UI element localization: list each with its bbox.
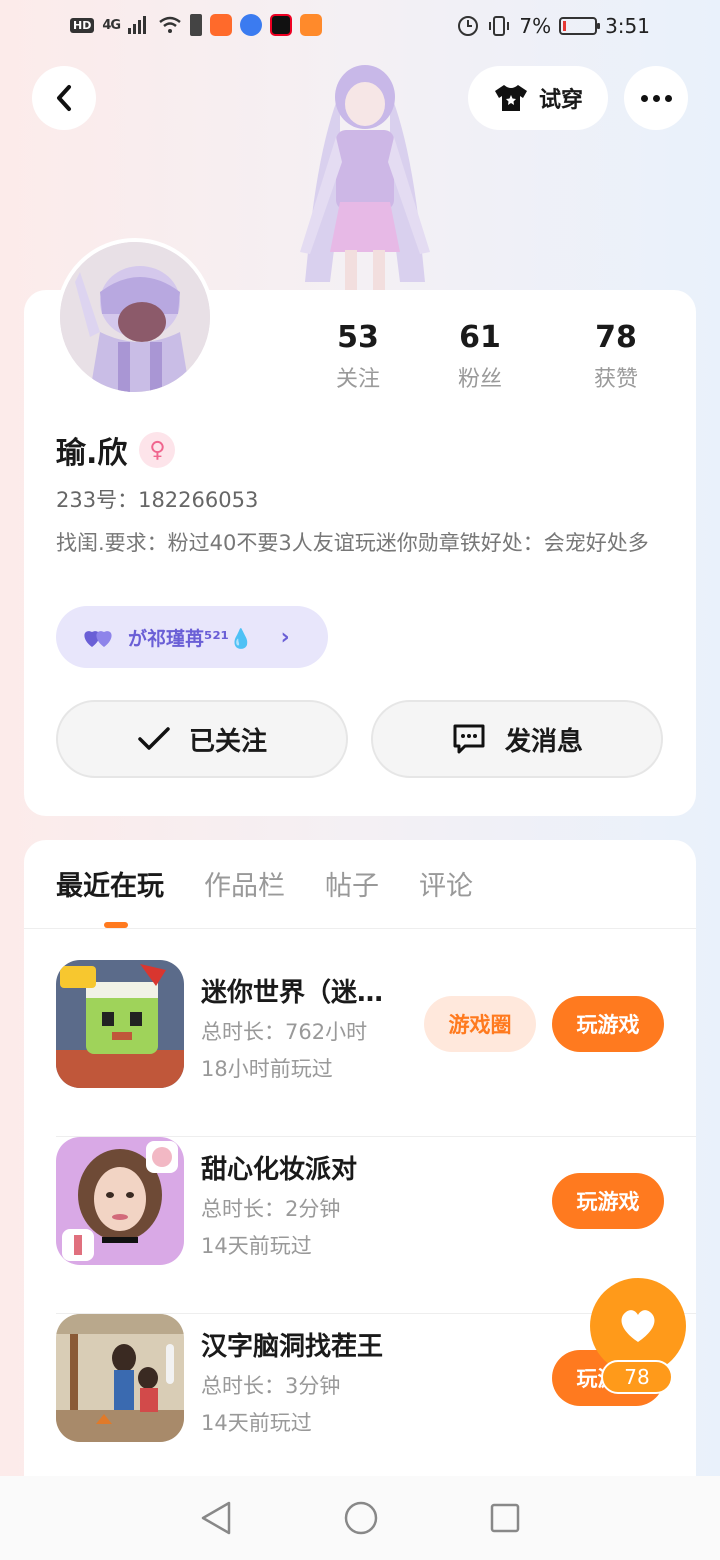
status-bar: HD 4G 7% 3:51 — [0, 0, 720, 56]
wifi-icon — [159, 16, 181, 33]
nav-home-icon[interactable] — [343, 1500, 379, 1536]
nav-back-icon[interactable] — [199, 1500, 233, 1536]
tshirt-icon — [494, 85, 527, 111]
video-app-icon — [270, 14, 293, 36]
stat-value: 61 — [459, 320, 501, 355]
tab-works[interactable]: 作品栏 — [204, 864, 285, 903]
hanzi-game-icon — [56, 1314, 184, 1442]
avatar[interactable] — [56, 238, 214, 396]
mini-world-icon — [56, 960, 184, 1088]
makeup-game-icon — [56, 1137, 184, 1265]
network-indicator: 4G — [102, 17, 121, 33]
heart-icon — [621, 1310, 655, 1342]
name-row: 瑜.欣 ♀ — [56, 428, 176, 472]
games-card: 最近在玩 作品栏 帖子 评论 迷你世界（迷你世界） 总时长：762小时 18小时… — [24, 840, 696, 1500]
stat-likes[interactable]: 78 获赞 — [548, 320, 684, 393]
stat-following[interactable]: 53 关注 — [304, 320, 412, 393]
back-button[interactable] — [32, 66, 96, 130]
clock: 3:51 — [605, 14, 650, 38]
battery-percent: 7% — [519, 14, 552, 38]
relationship-badge[interactable]: が祁瑾苒⁵²¹💧 › — [56, 606, 328, 668]
status-left: HD 4G — [70, 14, 323, 36]
game-duration: 总时长：3分钟 — [201, 1374, 341, 1398]
double-heart-icon — [84, 631, 112, 647]
followed-label: 已关注 — [188, 726, 267, 757]
game-icon-makeup — [56, 1137, 184, 1265]
profile-tabs: 最近在玩 作品栏 帖子 评论 — [56, 864, 473, 903]
user-id: 233号：182266053 — [56, 488, 259, 512]
list-item[interactable]: 汉字脑洞找茬王 总时长：3分钟 14天前玩过 玩游戏 — [56, 1314, 696, 1491]
character-figure — [300, 65, 430, 290]
user-bio: 找闺.要求：粉过40不要3人友谊玩迷你勋章铁好处：会宠好处多 — [56, 531, 649, 555]
avatar-image — [60, 242, 210, 392]
status-right: 7% 3:51 — [457, 14, 650, 38]
more-dot-icon — [664, 94, 672, 102]
system-nav-bar — [0, 1476, 720, 1560]
more-options-button[interactable] — [624, 66, 688, 130]
music-icon — [240, 14, 263, 36]
user-name: 瑜.欣 — [56, 436, 128, 471]
female-icon: ♀ — [139, 432, 176, 468]
more-dot-icon — [652, 94, 660, 102]
chat-bubble-icon — [453, 724, 485, 754]
more-dot-icon — [640, 94, 648, 102]
list-item[interactable]: 迷你世界（迷你世界） 总时长：762小时 18小时前玩过 游戏圈 玩游戏 — [56, 960, 696, 1137]
game-icon-mini-world — [56, 960, 184, 1088]
game-icon-hanzi — [56, 1314, 184, 1442]
try-on-label: 试穿 — [538, 88, 583, 113]
tab-comments[interactable]: 评论 — [419, 864, 473, 903]
game-duration: 总时长：762小时 — [201, 1020, 368, 1044]
battery-icon — [559, 17, 601, 35]
tab-posts[interactable]: 帖子 — [325, 864, 379, 903]
divider — [24, 928, 696, 929]
vibrate-icon — [489, 16, 510, 36]
tab-recently-played[interactable]: 最近在玩 — [56, 864, 164, 903]
game-duration: 总时长：2分钟 — [201, 1197, 341, 1221]
signal-icon — [128, 16, 147, 34]
alert-icon — [190, 14, 203, 36]
app-icon-1 — [210, 14, 233, 36]
nav-recents-icon[interactable] — [489, 1502, 521, 1534]
badge-text: が祁瑾苒⁵²¹💧 — [128, 627, 253, 650]
stat-value: 53 — [337, 320, 379, 355]
send-message-label: 发消息 — [504, 726, 583, 757]
stat-label: 粉丝 — [457, 367, 502, 392]
play-app-icon — [300, 14, 323, 36]
game-last-played: 18小时前玩过 — [201, 1057, 333, 1081]
game-title: 甜心化妆派对 — [201, 1155, 358, 1185]
profile-stats: 53 关注 61 粉丝 78 获赞 — [304, 320, 684, 393]
play-game-button[interactable]: 玩游戏 — [552, 996, 664, 1052]
data-saver-icon — [458, 16, 479, 36]
chevron-left-icon — [57, 85, 71, 111]
hd-indicator: HD — [70, 17, 95, 33]
stat-fans[interactable]: 61 粉丝 — [412, 320, 548, 393]
followed-button[interactable]: 已关注 — [56, 700, 348, 778]
list-item[interactable]: 甜心化妆派对 总时长：2分钟 14天前玩过 玩游戏 — [56, 1137, 696, 1314]
stat-label: 获赞 — [593, 367, 638, 392]
stat-label: 关注 — [335, 367, 380, 392]
send-message-button[interactable]: 发消息 — [371, 700, 663, 778]
play-game-button[interactable]: 玩游戏 — [552, 1173, 664, 1229]
chevron-right-icon: › — [280, 624, 290, 650]
check-icon — [138, 727, 170, 750]
stat-value: 78 — [595, 320, 637, 355]
like-count: 78 — [601, 1360, 673, 1394]
game-circle-button[interactable]: 游戏圈 — [424, 996, 536, 1052]
game-last-played: 14天前玩过 — [201, 1411, 312, 1435]
game-title: 迷你世界（迷你世界） — [201, 978, 401, 1008]
try-on-button[interactable]: 试穿 — [468, 66, 608, 130]
game-last-played: 14天前玩过 — [201, 1234, 312, 1258]
game-title: 汉字脑洞找茬王 — [201, 1332, 384, 1362]
